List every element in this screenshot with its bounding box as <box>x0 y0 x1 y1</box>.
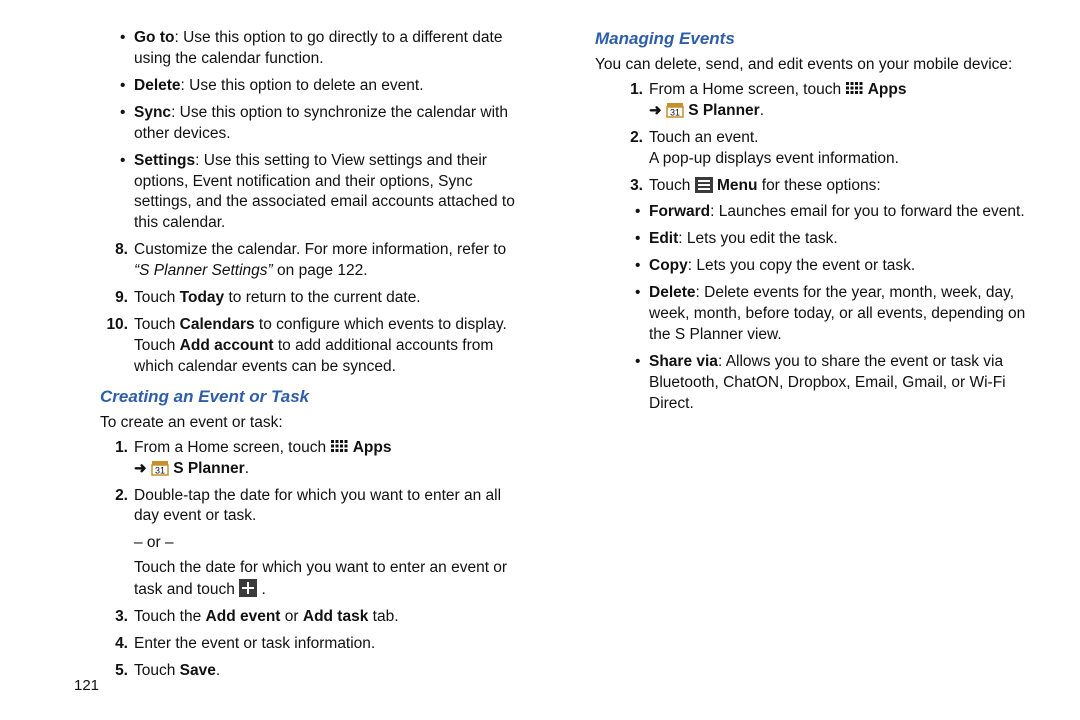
arrow-icon: ➜ <box>649 102 662 119</box>
bullet-forward: Forward: Launches email for you to forwa… <box>635 202 1040 223</box>
creating-intro: To create an event or task: <box>100 413 525 434</box>
svg-text:31: 31 <box>155 465 165 475</box>
page-number: 121 <box>74 676 99 696</box>
apps-grid-icon <box>330 439 348 455</box>
manual-page: Go to: Use this option to go directly to… <box>0 0 1080 720</box>
calendar-31-icon: 31 <box>666 102 684 118</box>
manage-step-3: 3. Touch Menu for these options: <box>615 176 1040 197</box>
arrow-icon: ➜ <box>134 460 147 477</box>
menu-icon <box>695 177 713 193</box>
create-step-1: 1. From a Home screen, touch Apps ➜ 31 S… <box>100 438 525 480</box>
step-9: 9. Touch Today to return to the current … <box>100 288 525 309</box>
bullet-delete: Delete: Use this option to delete an eve… <box>120 76 525 97</box>
step-8: 8. Customize the calendar. For more info… <box>100 240 525 282</box>
col2-top: Touch the date for which you want to ent… <box>60 558 525 601</box>
step-3: 3. Touch the Add event or Add task tab. <box>100 607 525 628</box>
heading-creating: Creating an Event or Task <box>100 386 525 409</box>
bullet-share: Share via: Allows you to share the event… <box>635 352 1040 415</box>
create-steps: 1. From a Home screen, touch Apps ➜ 31 S… <box>60 438 525 528</box>
manage-steps: 1. From a Home screen, touch Apps ➜ 31 S… <box>575 80 1040 197</box>
manage-step-1: 1. From a Home screen, touch Apps ➜ 31 S… <box>615 80 1040 122</box>
manage-step-2: 2. Touch an event.A pop-up displays even… <box>615 128 1040 170</box>
managing-intro: You can delete, send, and edit events on… <box>595 55 1040 76</box>
bullet-delete-opt: Delete: Delete events for the year, mont… <box>635 283 1040 346</box>
manage-option-bullets: Forward: Launches email for you to forwa… <box>575 202 1040 414</box>
option-bullets-col1: Go to: Use this option to go directly to… <box>60 28 525 234</box>
bullet-sync: Sync: Use this option to synchronize the… <box>120 103 525 145</box>
plus-icon <box>239 579 257 597</box>
bullet-settings: Settings: Use this setting to View setti… <box>120 151 525 235</box>
bullet-edit: Edit: Lets you edit the task. <box>635 229 1040 250</box>
bullet-copy: Copy: Lets you copy the event or task. <box>635 256 1040 277</box>
touch-date-line: Touch the date for which you want to ent… <box>80 558 525 601</box>
step-10: 10. Touch Calendars to configure which e… <box>100 315 525 378</box>
svg-text:31: 31 <box>670 107 680 117</box>
or-separator: – or – <box>134 533 525 554</box>
heading-managing: Managing Events <box>595 28 1040 51</box>
bullet-goto: Go to: Use this option to go directly to… <box>120 28 525 70</box>
step-5: 5. Touch Save. <box>100 661 525 682</box>
calendar-31-icon: 31 <box>151 460 169 476</box>
steps-col2: 3. Touch the Add event or Add task tab. … <box>60 607 525 682</box>
create-step-2: 2. Double-tap the date for which you wan… <box>100 486 525 528</box>
apps-grid-icon <box>845 81 863 97</box>
steps-col1: 8. Customize the calendar. For more info… <box>60 240 525 378</box>
step-4: 4. Enter the event or task information. <box>100 634 525 655</box>
